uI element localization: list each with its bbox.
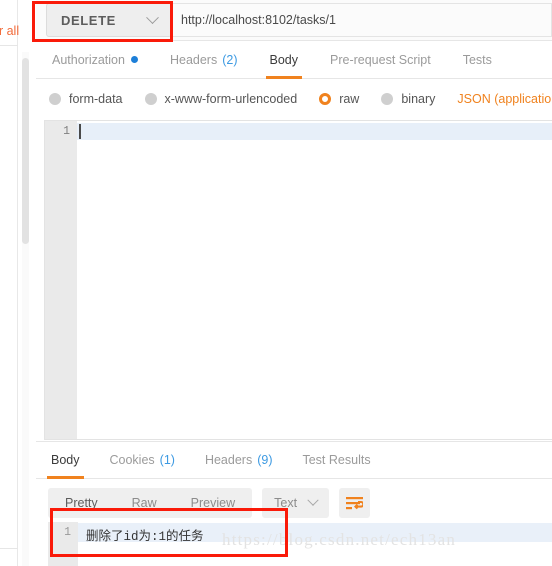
response-tab-test-results[interactable]: Test Results <box>287 441 385 479</box>
url-value: http://localhost:8102/tasks/1 <box>181 13 336 27</box>
tab-pre-request-script[interactable]: Pre-request Script <box>314 41 447 79</box>
response-body-viewer[interactable]: 1 删除了id为:1的任务 <box>48 522 552 566</box>
view-mode-raw[interactable]: Raw <box>115 488 174 518</box>
request-response-pane: DELETE http://localhost:8102/tasks/1 Aut… <box>36 0 552 566</box>
tab-tests[interactable]: Tests <box>447 41 508 79</box>
tab-headers-count: (2) <box>222 52 238 67</box>
url-input[interactable]: http://localhost:8102/tasks/1 <box>173 3 552 37</box>
http-method-dropdown[interactable]: DELETE <box>46 3 172 37</box>
response-format-dropdown[interactable]: Text <box>262 488 330 518</box>
radio-raw-label: raw <box>339 92 360 106</box>
response-view-mode-group: Pretty Raw Preview <box>48 488 253 518</box>
response-tab-cookies-count: (1) <box>159 453 175 467</box>
tab-body[interactable]: Body <box>254 41 315 79</box>
radio-binary[interactable]: binary <box>381 92 435 106</box>
tab-authorization[interactable]: Authorization <box>36 41 154 79</box>
word-wrap-icon <box>346 496 364 509</box>
radio-binary-label: binary <box>401 92 436 106</box>
response-tab-headers-label: Headers <box>204 453 253 467</box>
response-tab-cookies[interactable]: Cookies (1) <box>95 441 190 479</box>
word-wrap-button[interactable] <box>339 488 371 518</box>
editor-active-line <box>77 123 552 140</box>
chevron-down-icon <box>307 494 319 506</box>
response-tab-headers-count: (9) <box>257 453 273 467</box>
left-sidebar-edge <box>0 0 18 566</box>
response-tabs: Body Cookies (1) Headers (9) Test Result… <box>36 441 552 479</box>
response-format-label: Text <box>274 496 298 510</box>
postman-window: ar all DELETE http://localhost:8102/task… <box>0 0 552 566</box>
request-body-editor[interactable]: 1 <box>44 120 552 440</box>
radio-binary-icon <box>381 93 394 105</box>
view-mode-pretty[interactable]: Pretty <box>48 488 115 518</box>
sidebar-divider-bottom <box>0 548 18 549</box>
response-toolbar: Pretty Raw Preview Text <box>36 486 552 520</box>
tab-body-label: Body <box>269 52 299 67</box>
request-tabs: Authorization Headers (2) Body Pre-reque… <box>36 41 552 79</box>
radio-raw[interactable]: raw <box>319 92 359 106</box>
content-type-dropdown[interactable]: JSON (application <box>457 92 552 106</box>
response-tab-headers[interactable]: Headers (9) <box>190 441 288 479</box>
response-tab-body[interactable]: Body <box>36 441 95 479</box>
response-tab-body-label: Body <box>51 453 80 467</box>
tab-pre-request-script-label: Pre-request Script <box>330 52 431 67</box>
response-gutter: 1 <box>48 522 78 566</box>
editor-caret <box>79 124 81 139</box>
url-bar: DELETE http://localhost:8102/tasks/1 <box>36 0 552 41</box>
radio-form-data-icon <box>49 93 61 105</box>
sidebar-divider-top <box>0 45 18 46</box>
http-method-label: DELETE <box>61 12 116 28</box>
radio-urlencoded-label: x-www-form-urlencoded <box>164 92 298 106</box>
sidebar-scrollbar-thumb[interactable] <box>22 58 29 244</box>
chevron-down-icon <box>146 10 159 24</box>
radio-raw-icon <box>319 93 332 105</box>
radio-urlencoded-icon <box>144 93 157 105</box>
tab-headers[interactable]: Headers (2) <box>154 41 254 79</box>
tab-authorization-label: Authorization <box>52 52 125 67</box>
editor-gutter: 1 <box>45 121 77 439</box>
tab-tests-label: Tests <box>462 52 492 67</box>
body-type-selector: form-data x-www-form-urlencoded raw bina… <box>36 79 552 119</box>
radio-form-data[interactable]: form-data <box>49 92 123 106</box>
response-tab-test-results-label: Test Results <box>302 453 371 467</box>
response-body-text: 删除了id为:1的任务 <box>86 530 204 544</box>
radio-form-data-label: form-data <box>69 92 123 106</box>
view-mode-preview[interactable]: Preview <box>174 488 252 518</box>
tab-headers-label: Headers <box>169 52 218 67</box>
auth-status-dot-icon <box>130 56 138 63</box>
radio-urlencoded[interactable]: x-www-form-urlencoded <box>144 92 298 106</box>
clear-all-link[interactable]: ar all <box>0 24 19 38</box>
response-tab-cookies-label: Cookies <box>109 453 155 467</box>
response-line-number: 1 <box>64 526 71 539</box>
editor-line-number: 1 <box>63 125 70 138</box>
